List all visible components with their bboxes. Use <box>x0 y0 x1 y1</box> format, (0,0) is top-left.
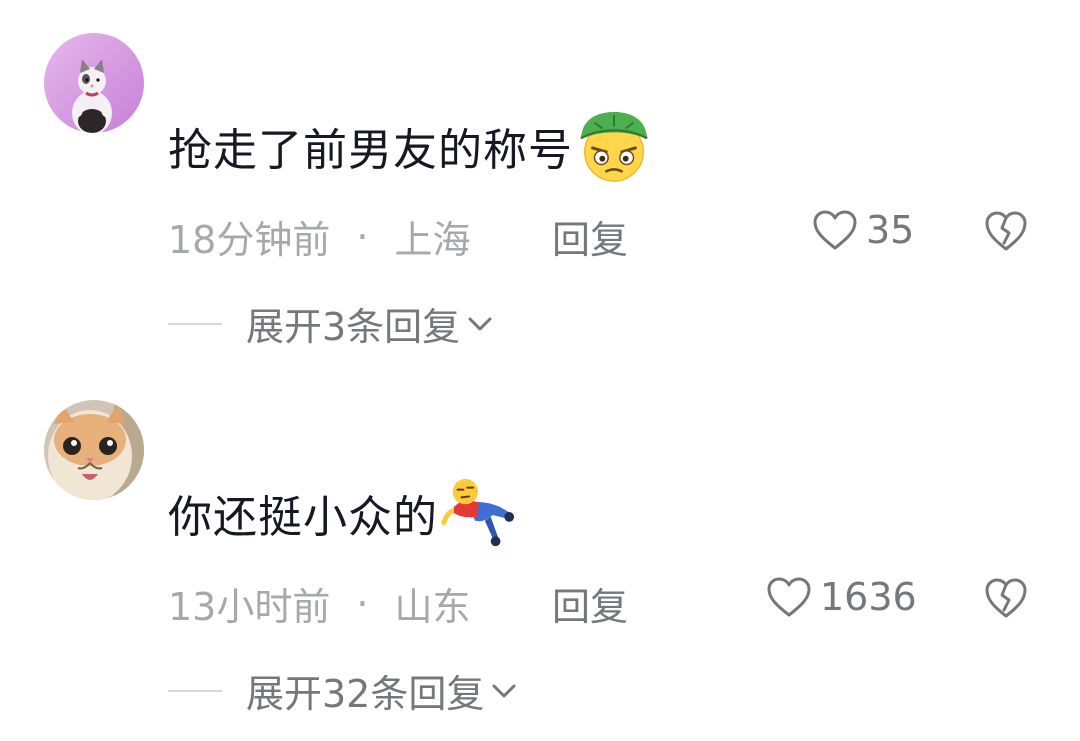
reply-button[interactable]: 回复 <box>552 576 628 631</box>
like-button[interactable]: 35 <box>812 208 914 252</box>
like-count: 1636 <box>820 575 917 619</box>
comment-text: 抢走了前男友的称号 <box>168 125 573 176</box>
comment-time: 18分钟前 <box>168 218 331 262</box>
comment-text-row: 抢走了前男友的称号 <box>168 107 653 185</box>
comment-location: 上海 <box>394 218 471 262</box>
avatar[interactable] <box>44 400 144 500</box>
green-hat-smirk-emoji-icon <box>575 107 653 185</box>
meta-separator: · <box>356 581 369 626</box>
expand-replies-button[interactable]: 展开3条回复 <box>168 296 494 351</box>
divider-line <box>168 322 222 325</box>
comment-meta: 13小时前 · 山东 <box>168 576 470 631</box>
comment-text-row: 你还挺小众的 <box>168 474 518 552</box>
chevron-down-icon <box>468 317 492 330</box>
dislike-button[interactable] <box>984 577 1028 619</box>
expand-replies-label: 展开3条回复 <box>246 305 461 349</box>
avatar[interactable] <box>44 33 144 133</box>
comment-text: 你还挺小众的 <box>168 492 438 543</box>
meta-separator: · <box>356 214 369 259</box>
comment-meta: 18分钟前 · 上海 <box>168 209 470 264</box>
lying-down-person-emoji-icon <box>440 474 518 552</box>
comment-location: 山东 <box>394 585 471 629</box>
heart-icon <box>813 210 857 250</box>
broken-heart-icon <box>985 211 1027 251</box>
like-count: 35 <box>866 208 915 252</box>
heart-icon <box>767 577 811 617</box>
expand-replies-button[interactable]: 展开32条回复 <box>168 663 518 718</box>
chevron-down-icon <box>492 684 516 697</box>
comment-time: 13小时前 <box>168 585 331 629</box>
like-button[interactable]: 1636 <box>766 575 917 619</box>
expand-replies-label: 展开32条回复 <box>246 672 485 716</box>
comment-item: 抢走了前男友的称号 18分钟前 · 上海 回复 35 展开3条回复 <box>0 0 1080 370</box>
broken-heart-icon <box>985 578 1027 618</box>
comment-item: 你还挺小众的 13小时前 · 山东 回复 1636 展开32条回复 <box>0 367 1080 737</box>
reply-button[interactable]: 回复 <box>552 209 628 264</box>
dislike-button[interactable] <box>984 210 1028 252</box>
divider-line <box>168 689 222 692</box>
